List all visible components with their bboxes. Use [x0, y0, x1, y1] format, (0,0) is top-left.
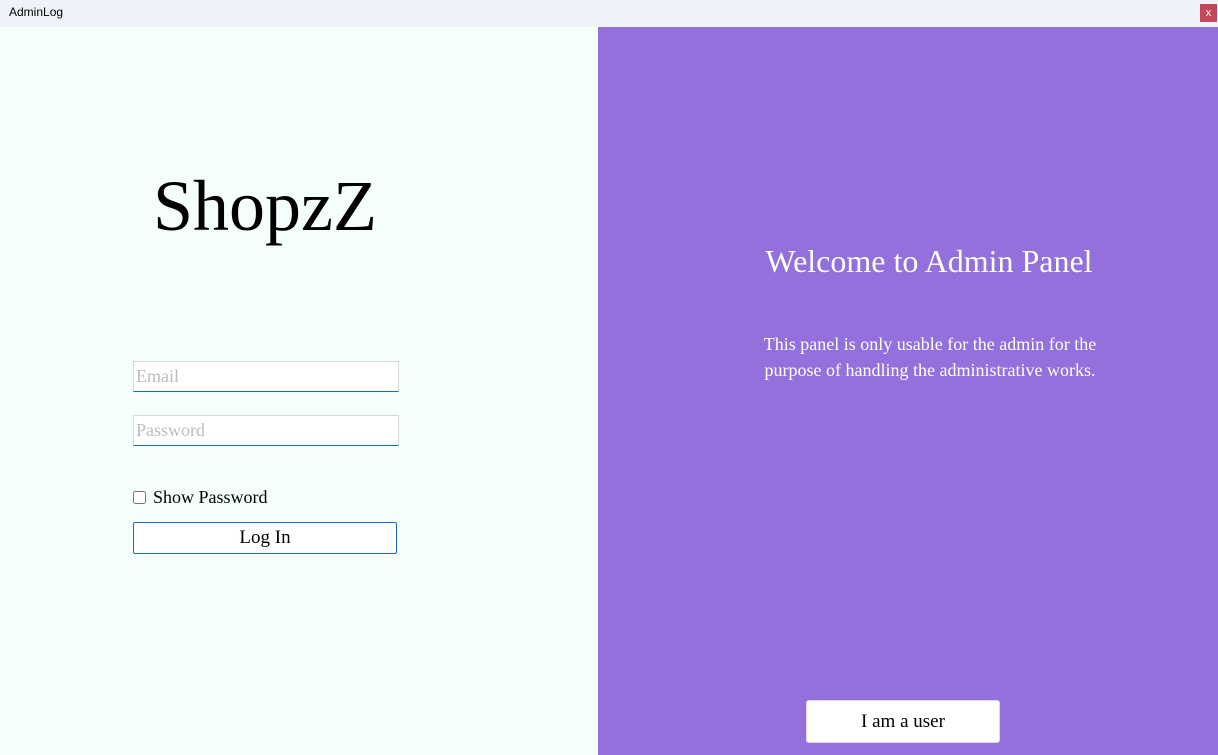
- title-bar: AdminLog x: [0, 0, 1218, 27]
- welcome-heading: Welcome to Admin Panel: [765, 243, 1093, 279]
- i-am-a-user-button[interactable]: I am a user: [806, 700, 1000, 743]
- show-password-checkbox[interactable]: [133, 490, 146, 504]
- window-title: AdminLog: [9, 5, 64, 19]
- close-button[interactable]: x: [1200, 4, 1217, 22]
- login-button[interactable]: Log In: [133, 522, 397, 554]
- email-field[interactable]: [133, 361, 399, 392]
- password-field[interactable]: [133, 415, 399, 446]
- show-password-row[interactable]: Show Password: [132, 486, 268, 508]
- welcome-panel: [598, 27, 1218, 755]
- show-password-label[interactable]: Show Password: [153, 487, 268, 508]
- welcome-description: This panel is only usable for the admin …: [763, 334, 1097, 380]
- app-logo: ShopzZ: [153, 166, 377, 246]
